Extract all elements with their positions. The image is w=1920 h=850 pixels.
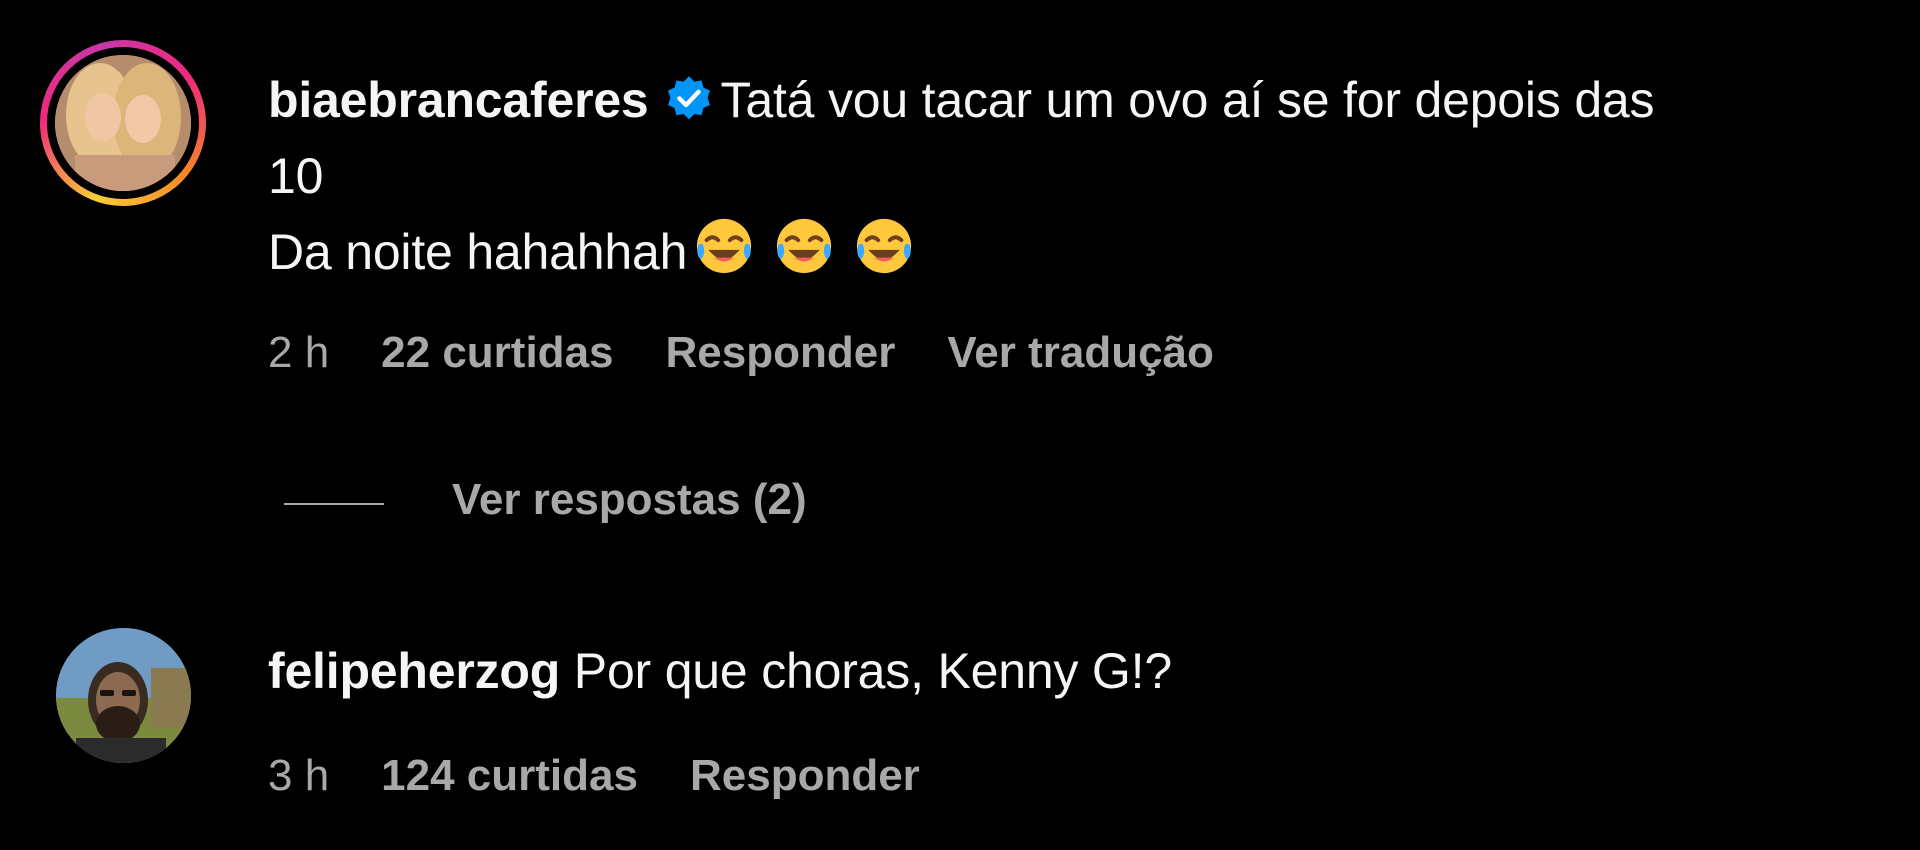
comment-body-line2: 10 bbox=[268, 148, 324, 204]
comment-text: felipeherzog Por que choras, Kenny G!? bbox=[268, 633, 1172, 709]
story-ring[interactable] bbox=[40, 40, 206, 206]
likes-count[interactable]: 22 curtidas bbox=[381, 328, 613, 378]
username-link[interactable]: biaebrancaferes bbox=[268, 72, 649, 128]
comment-meta: 2 h 22 curtidas Responder Ver tradução bbox=[268, 328, 1266, 378]
username-link[interactable]: felipeherzog bbox=[268, 643, 560, 699]
comment-text: biaebrancaferes Tatá vou tacar um ovo aí… bbox=[268, 62, 1655, 290]
avatar[interactable] bbox=[55, 55, 191, 191]
comment-body-line3: Da noite hahahhah bbox=[268, 224, 688, 280]
timestamp[interactable]: 3 h bbox=[268, 751, 329, 801]
view-replies-button[interactable]: Ver respostas (2) bbox=[452, 475, 807, 525]
comment-body-line1: Tatá vou tacar um ovo aí se for depois d… bbox=[720, 72, 1655, 128]
avatar[interactable] bbox=[56, 628, 191, 763]
replies-divider-line bbox=[284, 503, 384, 505]
likes-count[interactable]: 124 curtidas bbox=[381, 751, 638, 801]
avatar-image bbox=[56, 628, 191, 763]
verified-badge-icon bbox=[667, 76, 710, 120]
face-with-tears-of-joy-icon bbox=[697, 218, 752, 274]
face-with-tears-of-joy-icon bbox=[777, 218, 832, 274]
reply-button[interactable]: Responder bbox=[690, 751, 920, 801]
face-with-tears-of-joy-icon bbox=[857, 218, 912, 274]
comment-body: Por que choras, Kenny G!? bbox=[573, 643, 1172, 699]
timestamp[interactable]: 2 h bbox=[268, 328, 329, 378]
comment-meta: 3 h 124 curtidas Responder bbox=[268, 751, 972, 801]
avatar-image bbox=[55, 55, 191, 191]
see-translation-button[interactable]: Ver tradução bbox=[947, 328, 1214, 378]
reply-button[interactable]: Responder bbox=[666, 328, 896, 378]
